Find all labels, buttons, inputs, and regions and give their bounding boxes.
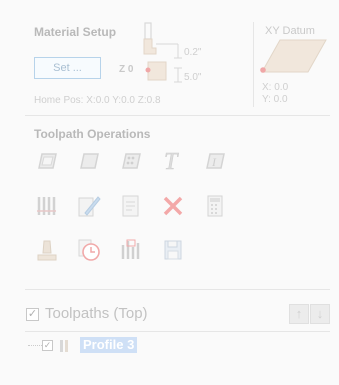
operations-separator: [25, 289, 330, 290]
profile-toolpath-item-icon: [58, 339, 72, 353]
edit-toolpath-icon[interactable]: [76, 193, 102, 219]
time-estimate-icon[interactable]: [76, 237, 102, 263]
move-down-button[interactable]: ↓: [310, 304, 330, 324]
svg-text:T: T: [164, 149, 179, 174]
toolpath-item-checkbox[interactable]: ✓: [42, 340, 53, 351]
home-position: Home Pos: X:0.0 Y:0.0 Z:0.8: [34, 95, 161, 106]
vcarve-toolpath-icon[interactable]: T: [160, 146, 186, 176]
header-separator: [25, 115, 330, 116]
z0-label: Z 0: [119, 64, 134, 75]
engraving-toolpath-icon[interactable]: I: [202, 148, 228, 174]
delete-toolpath-icon[interactable]: [160, 193, 186, 219]
toolpath-summary-icon[interactable]: [118, 237, 144, 263]
section-divider: [253, 22, 254, 107]
toolpath-item-label[interactable]: Profile 3: [80, 337, 138, 353]
thickness-value: 5.0": [184, 72, 202, 83]
drilling-toolpath-icon[interactable]: [118, 148, 144, 174]
xy-datum-diagram[interactable]: [258, 38, 328, 78]
toolpath-operations-title: Toolpath Operations: [34, 127, 151, 141]
set-material-button[interactable]: Set ...: [34, 57, 101, 79]
datum-x-value: X: 0.0: [262, 82, 289, 93]
simulate-icon[interactable]: [34, 237, 60, 263]
toolpaths-visibility-checkbox[interactable]: ✓: [26, 308, 39, 321]
move-up-button[interactable]: ↑: [289, 304, 309, 324]
profile-toolpath-icon[interactable]: [34, 148, 60, 174]
merge-toolpaths-icon[interactable]: [34, 193, 60, 219]
material-setup-title: Material Setup: [34, 25, 117, 39]
datum-y-value: Y: 0.0: [262, 94, 288, 105]
save-toolpath-icon[interactable]: [160, 237, 186, 263]
top-offset-value: 0.2": [184, 47, 202, 58]
calculator-icon[interactable]: [202, 193, 228, 219]
xy-datum-title: XY Datum: [265, 25, 315, 37]
toolpaths-separator: [25, 331, 330, 332]
tree-connector: [28, 345, 42, 347]
toolpaths-panel-title: Toolpaths (Top): [45, 305, 148, 322]
preview-icon[interactable]: [118, 193, 144, 219]
pocket-toolpath-icon[interactable]: [76, 148, 102, 174]
